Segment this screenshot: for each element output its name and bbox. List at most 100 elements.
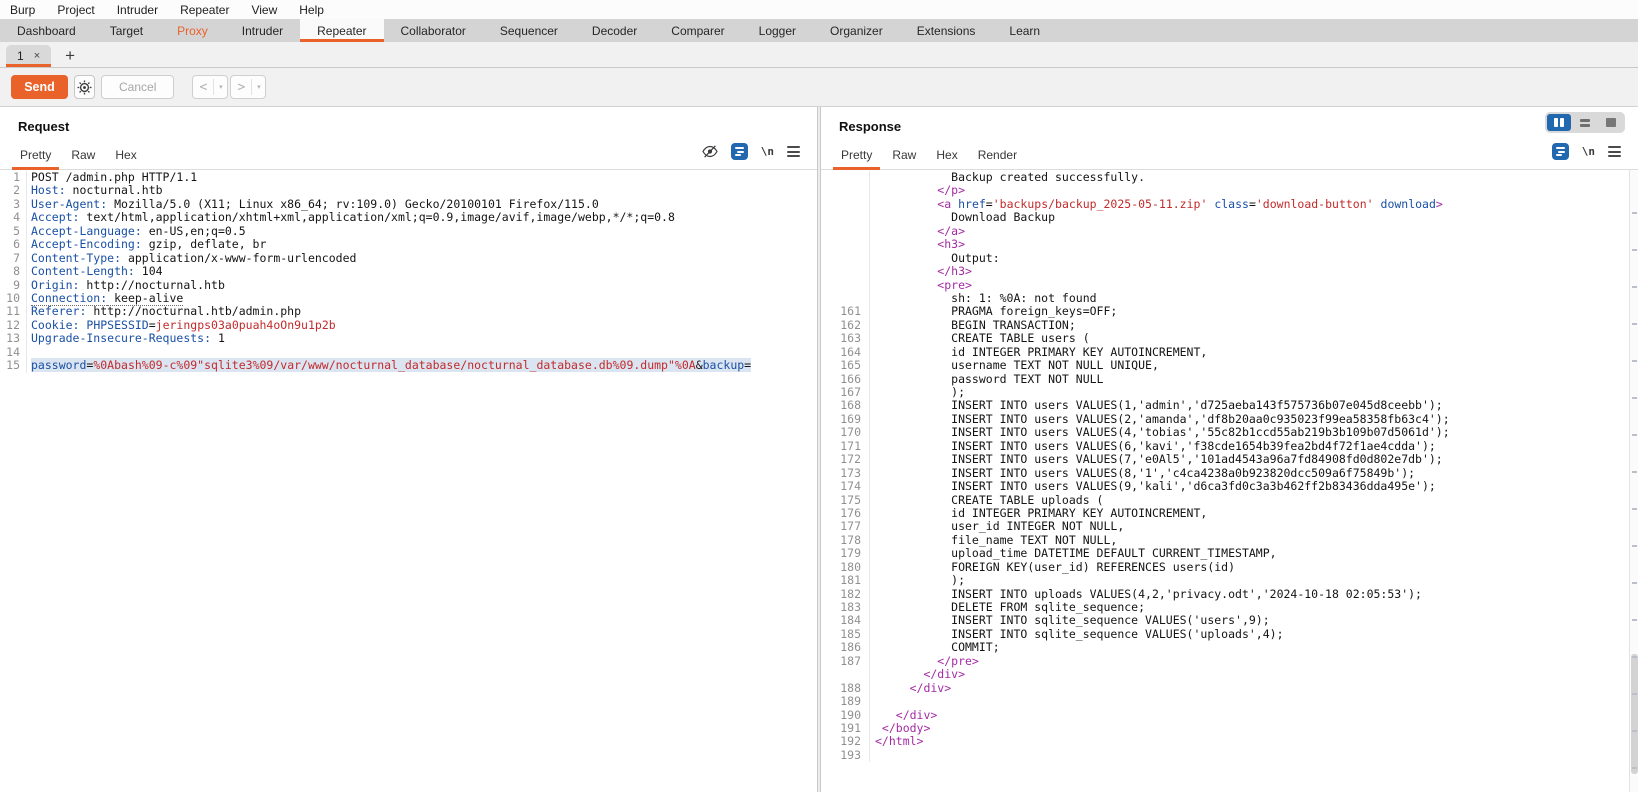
code-line: 188</div> xyxy=(821,682,1638,695)
tab-learn[interactable]: Learn xyxy=(992,19,1057,42)
code-line: 161PRAGMA foreign_keys=OFF; xyxy=(821,305,1638,318)
tab-extensions[interactable]: Extensions xyxy=(900,19,993,42)
line-number: 163 xyxy=(821,332,870,345)
scrollbar-tick xyxy=(1632,508,1637,510)
newline-toggle-icon[interactable]: \n xyxy=(761,145,774,158)
tab-target[interactable]: Target xyxy=(93,19,160,42)
response-tab-render[interactable]: Render xyxy=(968,144,1027,169)
line-number xyxy=(821,238,870,251)
line-number: 189 xyxy=(821,695,870,708)
line-number: 184 xyxy=(821,614,870,627)
prev-request-button[interactable]: < ▾ xyxy=(192,75,228,99)
scrollbar-thumb[interactable] xyxy=(1631,654,1638,774)
code-line: 163CREATE TABLE users ( xyxy=(821,332,1638,345)
chevron-right-icon: > xyxy=(231,76,251,98)
code-line: 186COMMIT; xyxy=(821,641,1638,654)
line-number: 182 xyxy=(821,588,870,601)
line-number xyxy=(821,198,870,211)
line-number: 15 xyxy=(0,359,27,372)
line-number: 2 xyxy=(0,184,27,197)
repeater-tab-1[interactable]: 1 × xyxy=(6,45,51,67)
code-line: <a href='backups/backup_2025-05-11.zip' … xyxy=(821,198,1638,211)
tab-organizer[interactable]: Organizer xyxy=(813,19,900,42)
line-number xyxy=(821,211,870,224)
newline-toggle-icon[interactable]: \n xyxy=(1582,145,1595,158)
response-editor[interactable]: Backup created successfully.</p><a href=… xyxy=(821,170,1638,792)
menu-bar: Burp Project Intruder Repeater View Help xyxy=(0,0,1638,19)
request-editor[interactable]: 1POST /admin.php HTTP/1.12Host: nocturna… xyxy=(0,170,817,792)
send-settings-button[interactable] xyxy=(74,75,95,99)
line-number: 168 xyxy=(821,399,870,412)
scrollbar-tick xyxy=(1632,730,1637,732)
scrollbar-tick xyxy=(1632,286,1637,288)
code-line: 9Origin: http://nocturnal.htb xyxy=(0,279,817,292)
scrollbar-tick xyxy=(1632,545,1637,547)
code-line: 2Host: nocturnal.htb xyxy=(0,184,817,197)
request-tab-hex[interactable]: Hex xyxy=(105,144,146,169)
editor-menu-icon[interactable] xyxy=(787,146,800,157)
response-view-tabs: PrettyRawHexRender xyxy=(831,144,1027,169)
dropdown-caret-icon[interactable]: ▾ xyxy=(252,76,265,98)
code-line: 177user_id INTEGER NOT NULL, xyxy=(821,520,1638,533)
response-tab-hex[interactable]: Hex xyxy=(926,144,967,169)
send-button[interactable]: Send xyxy=(11,75,68,99)
repeater-tab-label: 1 xyxy=(17,49,24,63)
tab-collaborator[interactable]: Collaborator xyxy=(384,19,483,42)
tab-decoder[interactable]: Decoder xyxy=(575,19,654,42)
line-number: 191 xyxy=(821,722,870,735)
request-tab-pretty[interactable]: Pretty xyxy=(10,144,61,169)
code-line: 13Upgrade-Insecure-Requests: 1 xyxy=(0,332,817,345)
code-line: 1POST /admin.php HTTP/1.1 xyxy=(0,171,817,184)
repeater-tab-row: 1 × + xyxy=(0,42,1638,68)
menu-intruder[interactable]: Intruder xyxy=(117,3,158,17)
code-line: 166password TEXT NOT NULL xyxy=(821,373,1638,386)
line-number: 171 xyxy=(821,440,870,453)
code-line: 4Accept: text/html,application/xhtml+xml… xyxy=(0,211,817,224)
prettify-icon[interactable] xyxy=(1552,143,1569,160)
line-number: 174 xyxy=(821,480,870,493)
menu-help[interactable]: Help xyxy=(299,3,324,17)
visibility-off-icon[interactable] xyxy=(702,144,718,159)
code-line: 10Connection: keep-alive xyxy=(0,292,817,305)
line-number: 190 xyxy=(821,709,870,722)
line-number xyxy=(821,668,870,681)
menu-view[interactable]: View xyxy=(251,3,277,17)
response-tab-pretty[interactable]: Pretty xyxy=(831,144,882,169)
line-number: 186 xyxy=(821,641,870,654)
tab-proxy[interactable]: Proxy xyxy=(160,19,225,42)
dropdown-caret-icon[interactable]: ▾ xyxy=(214,76,227,98)
code-line: 162BEGIN TRANSACTION; xyxy=(821,319,1638,332)
editor-menu-icon[interactable] xyxy=(1608,146,1621,157)
line-number: 164 xyxy=(821,346,870,359)
code-line: 178file_name TEXT NOT NULL, xyxy=(821,534,1638,547)
response-tab-raw[interactable]: Raw xyxy=(882,144,926,169)
scrollbar-tick xyxy=(1632,656,1637,658)
code-line: 187</pre> xyxy=(821,655,1638,668)
close-tab-icon[interactable]: × xyxy=(34,50,40,62)
tab-sequencer[interactable]: Sequencer xyxy=(483,19,575,42)
menu-burp[interactable]: Burp xyxy=(10,3,35,17)
line-number: 188 xyxy=(821,682,870,695)
line-number: 4 xyxy=(0,211,27,224)
request-view-tabs: PrettyRawHex xyxy=(10,144,147,169)
menu-project[interactable]: Project xyxy=(57,3,94,17)
tab-logger[interactable]: Logger xyxy=(742,19,813,42)
code-line: <pre> xyxy=(821,279,1638,292)
response-scrollbar[interactable] xyxy=(1629,170,1638,792)
line-number xyxy=(821,225,870,238)
scrollbar-tick xyxy=(1632,767,1637,769)
cancel-button[interactable]: Cancel xyxy=(101,75,174,99)
tab-intruder[interactable]: Intruder xyxy=(225,19,300,42)
menu-repeater[interactable]: Repeater xyxy=(180,3,229,17)
add-tab-button[interactable]: + xyxy=(65,47,75,64)
tab-comparer[interactable]: Comparer xyxy=(654,19,741,42)
prettify-icon[interactable] xyxy=(731,143,748,160)
tab-dashboard[interactable]: Dashboard xyxy=(0,19,93,42)
request-title: Request xyxy=(18,119,69,134)
code-line: 184INSERT INTO sqlite_sequence VALUES('u… xyxy=(821,614,1638,627)
next-request-button[interactable]: > ▾ xyxy=(230,75,266,99)
code-line: 170INSERT INTO users VALUES(4,'tobias','… xyxy=(821,426,1638,439)
tab-repeater[interactable]: Repeater xyxy=(300,19,383,42)
request-tab-raw[interactable]: Raw xyxy=(61,144,105,169)
line-number: 12 xyxy=(0,319,27,332)
